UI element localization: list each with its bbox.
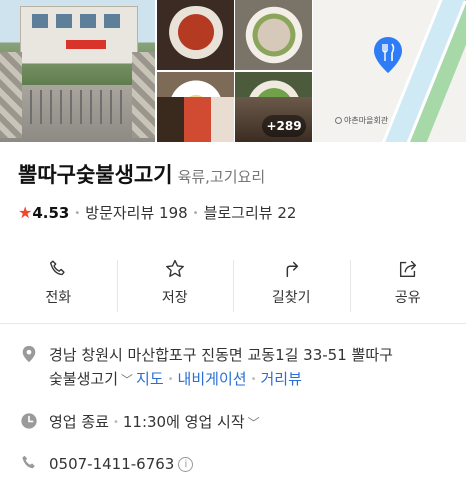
visitor-reviews-link[interactable]: 방문자리뷰 198 <box>85 204 187 222</box>
share-icon <box>399 260 416 278</box>
phone-number[interactable]: 0507-1411-6763 <box>49 455 174 473</box>
section-divider <box>0 323 466 324</box>
food-photo[interactable] <box>157 0 234 70</box>
directions-button[interactable]: 길찾기 <box>233 254 350 320</box>
separator-dot: • <box>112 416 119 428</box>
phone-icon <box>22 455 35 469</box>
phone-text: 0507-1411-6763 i <box>49 452 194 476</box>
restaurant-pin-icon <box>374 37 402 73</box>
address-line2-row: 숯불생고기 ﹀ 지도 • 내비게이션 • 거리뷰 <box>49 367 302 392</box>
save-label: 저장 <box>161 290 188 306</box>
share-label: 공유 <box>394 290 421 306</box>
action-bar: 전화 저장 길찾기 공유 <box>0 254 466 320</box>
food-photo[interactable] <box>235 72 312 97</box>
chevron-down-icon[interactable]: ﹀ <box>248 416 260 430</box>
directions-arrow-icon <box>286 261 299 278</box>
dish-shape <box>165 6 227 64</box>
star-icon: ★ <box>18 203 33 222</box>
window-shape <box>56 14 72 28</box>
save-button[interactable]: 저장 <box>116 254 234 320</box>
dish-shape <box>243 78 305 97</box>
stone-wall <box>132 52 155 138</box>
storefront-photo[interactable] <box>0 0 155 142</box>
food-photo[interactable] <box>157 72 234 97</box>
info-icon[interactable]: i <box>178 457 194 472</box>
window-shape <box>80 14 96 28</box>
star-outline-icon <box>165 259 184 277</box>
phone-icon <box>50 260 65 276</box>
call-label: 전화 <box>45 290 72 306</box>
share-button[interactable]: 공유 <box>349 254 466 320</box>
directions-label: 길찾기 <box>271 290 311 306</box>
rating-score: 4.53 <box>32 204 70 222</box>
address-line1: 경남 창원시 마산합포구 진동면 교동1길 33-51 뽈따구 <box>49 346 393 364</box>
hours-status: 영업 종료 <box>49 413 109 431</box>
stone-wall <box>0 52 22 138</box>
place-category: 육류,고기요리 <box>177 168 266 186</box>
hours-next: 11:30에 영업 시작 <box>122 413 245 431</box>
dish-shape <box>165 78 227 97</box>
address-line2: 숯불생고기 <box>49 370 119 388</box>
photo-more-count[interactable]: +289 <box>262 115 306 137</box>
window-shape <box>104 14 120 28</box>
hours-text: 영업 종료 • 11:30에 영업 시작 ﹀ <box>49 410 263 435</box>
street-view-link[interactable]: 거리뷰 <box>260 370 301 388</box>
landmark-icon <box>335 117 342 124</box>
blog-reviews-link[interactable]: 블로그리뷰 22 <box>204 204 297 222</box>
separator-dot: • <box>192 208 199 219</box>
map-landmark: 야촌마을회관 <box>335 115 388 126</box>
navigation-link[interactable]: 내비게이션 <box>178 370 247 388</box>
store-sign <box>66 40 106 49</box>
gate <box>30 90 126 124</box>
separator-dot: • <box>167 373 174 385</box>
separator-dot: • <box>250 373 257 385</box>
window-shape <box>32 14 48 28</box>
place-title: 뽈따구숯불생고기 <box>18 163 173 187</box>
dish-shape <box>243 6 305 64</box>
photo-gallery[interactable]: +289 야촌마을회관 <box>0 0 466 142</box>
food-photo[interactable] <box>235 0 312 70</box>
chevron-down-icon[interactable]: ﹀ <box>121 373 133 387</box>
location-pin-icon <box>22 345 36 363</box>
place-header: 뽈따구숯불생고기 육류,고기요리 <box>18 159 265 189</box>
call-button[interactable]: 전화 <box>0 254 117 320</box>
mini-map[interactable]: 야촌마을회관 <box>313 0 466 142</box>
landmark-label: 야촌마을회관 <box>344 116 389 125</box>
rating-row: ★4.53 • 방문자리뷰 198 • 블로그리뷰 22 <box>18 202 296 224</box>
food-photo[interactable] <box>157 97 234 142</box>
separator-dot: • <box>74 208 81 219</box>
map-link[interactable]: 지도 <box>136 370 164 388</box>
clock-icon <box>21 413 37 429</box>
